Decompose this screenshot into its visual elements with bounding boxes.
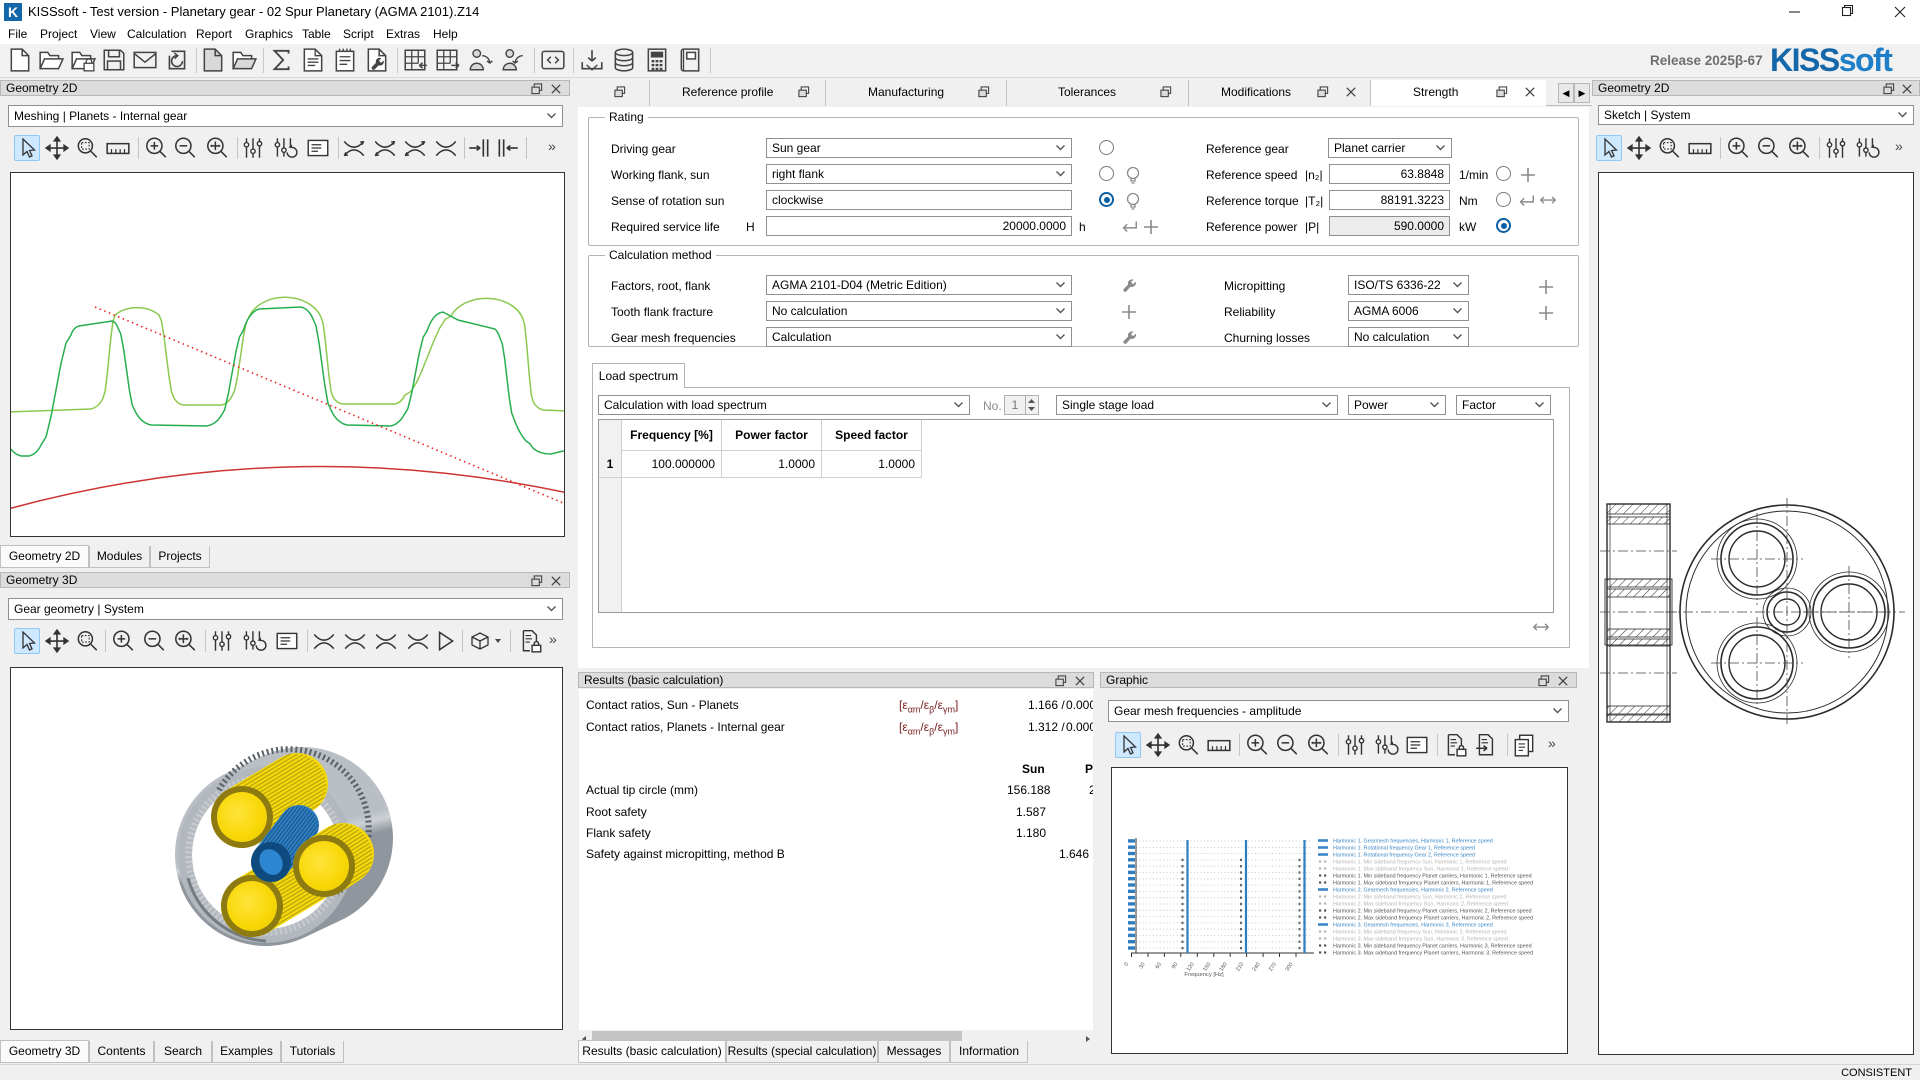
svg-text:Harmonic 3. Max sideband frequ: Harmonic 3. Max sideband frequency Plane… [1333, 951, 1533, 957]
svg-text:Harmonic 3. Gearmesh frequenci: Harmonic 3. Gearmesh frequencies, Harmon… [1333, 923, 1493, 929]
svg-text:Harmonic 3. Min sideband frequ: Harmonic 3. Min sideband frequency Sun, … [1333, 930, 1507, 936]
svg-text:Harmonic 2. Min sideband frequ: Harmonic 2. Min sideband frequency Sun, … [1333, 895, 1507, 901]
svg-text:0: 0 [1123, 962, 1130, 968]
svg-text:30: 30 [1138, 962, 1146, 970]
svg-text:Harmonic 2. Max sideband frequ: Harmonic 2. Max sideband frequency Sun, … [1333, 902, 1508, 908]
svg-text:Harmonic 1. Max sideband frequ: Harmonic 1. Max sideband frequency Sun, … [1333, 867, 1508, 873]
svg-text:Harmonic 2. Gearmesh frequenci: Harmonic 2. Gearmesh frequencies, Harmon… [1333, 888, 1493, 894]
svg-text:Harmonic 1. Min sideband frequ: Harmonic 1. Min sideband frequency Plane… [1333, 874, 1532, 880]
svg-text:Frequency [Hz]: Frequency [Hz] [1184, 972, 1224, 978]
svg-text:60: 60 [1155, 962, 1163, 970]
svg-text:Harmonic 1. Rotational frequen: Harmonic 1. Rotational frequency Gear 2,… [1333, 853, 1475, 859]
svg-text:240: 240 [1252, 962, 1262, 973]
svg-text:90: 90 [1171, 962, 1179, 970]
svg-text:Harmonic 1. Gearmesh frequenci: Harmonic 1. Gearmesh frequencies, Harmon… [1333, 839, 1493, 845]
svg-text:300: 300 [1284, 962, 1294, 973]
svg-text:210: 210 [1235, 962, 1245, 973]
svg-text:Harmonic 1. Rotational frequen: Harmonic 1. Rotational frequency Gear 1,… [1333, 846, 1475, 852]
svg-text:Harmonic 2. Min sideband frequ: Harmonic 2. Min sideband frequency Plane… [1333, 909, 1532, 915]
svg-text:Harmonic 2. Max sideband frequ: Harmonic 2. Max sideband frequency Plane… [1333, 916, 1533, 922]
svg-text:270: 270 [1268, 962, 1278, 973]
svg-text:Harmonic 1. Max sideband frequ: Harmonic 1. Max sideband frequency Plane… [1333, 881, 1533, 887]
svg-text:Harmonic 1. Min sideband frequ: Harmonic 1. Min sideband frequency Sun, … [1333, 860, 1507, 866]
svg-text:Harmonic 3. Max sideband frequ: Harmonic 3. Max sideband frequency Sun, … [1333, 937, 1508, 943]
svg-text:Harmonic 3. Min sideband frequ: Harmonic 3. Min sideband frequency Plane… [1333, 944, 1532, 950]
